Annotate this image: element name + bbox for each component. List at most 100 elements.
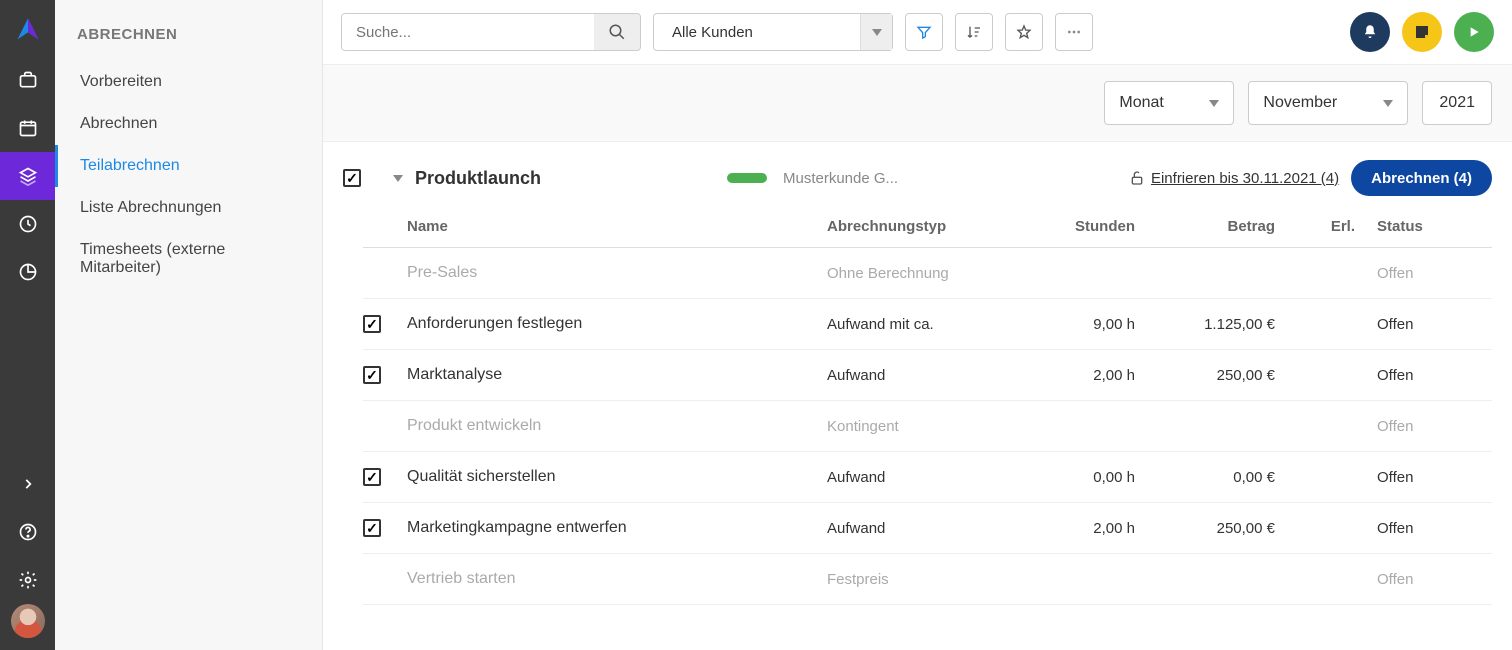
row-amount: 250,00 € xyxy=(1147,520,1287,537)
rail-calendar[interactable] xyxy=(0,104,55,152)
table-row: Pre-SalesOhne BerechnungOffen xyxy=(363,248,1492,299)
sidebar-item[interactable]: Timesheets (externe Mitarbeiter) xyxy=(55,229,322,289)
dots-icon xyxy=(1066,24,1082,40)
sidebar-item[interactable]: Abrechnen xyxy=(55,103,322,145)
row-type: Aufwand xyxy=(827,520,1027,537)
row-status: Offen xyxy=(1367,418,1467,435)
customer-dropdown-label: Alle Kunden xyxy=(654,24,771,41)
toolbar: Alle Kunden xyxy=(323,0,1512,65)
logo-icon xyxy=(14,16,42,44)
row-type: Aufwand xyxy=(827,367,1027,384)
table-row: Qualität sicherstellenAufwand0,00 h0,00 … xyxy=(363,452,1492,503)
collapse-icon[interactable] xyxy=(393,175,403,182)
row-name: Anforderungen festlegen xyxy=(407,315,827,333)
sort-button[interactable] xyxy=(955,13,993,51)
row-name: Vertrieb starten xyxy=(407,570,827,588)
notes-button[interactable] xyxy=(1402,12,1442,52)
more-button[interactable] xyxy=(1055,13,1093,51)
rail-briefcase[interactable] xyxy=(0,56,55,104)
rail-clock[interactable] xyxy=(0,200,55,248)
chevron-down-icon xyxy=(1209,100,1219,107)
row-hours: 0,00 h xyxy=(1027,469,1147,486)
th-name: Name xyxy=(407,218,827,235)
sidebar-title: ABRECHNEN xyxy=(55,18,322,61)
sidebar-item[interactable]: Teilabrechnen xyxy=(55,145,322,187)
table-header: Name Abrechnungstyp Stunden Betrag Erl. … xyxy=(363,206,1492,248)
rail-help[interactable] xyxy=(0,508,55,556)
table-row: Produkt entwickelnKontingentOffen xyxy=(363,401,1492,452)
sidebar-item[interactable]: Vorbereiten xyxy=(55,61,322,103)
row-status: Offen xyxy=(1367,571,1467,588)
tasks-table: Name Abrechnungstyp Stunden Betrag Erl. … xyxy=(363,206,1492,605)
row-checkbox[interactable] xyxy=(363,468,381,486)
play-icon xyxy=(1466,24,1482,40)
sidebar-item[interactable]: Liste Abrechnungen xyxy=(55,187,322,229)
group-checkbox[interactable] xyxy=(343,169,361,187)
year-field[interactable]: 2021 xyxy=(1422,81,1492,125)
year-value: 2021 xyxy=(1439,94,1475,112)
period-type-dropdown[interactable]: Monat xyxy=(1104,81,1234,125)
favorite-button[interactable] xyxy=(1005,13,1043,51)
th-amount: Betrag xyxy=(1147,218,1287,235)
table-row: MarktanalyseAufwand2,00 h250,00 € Offen xyxy=(363,350,1492,401)
table-row: Vertrieb startenFestpreisOffen xyxy=(363,554,1492,605)
row-hours: 2,00 h xyxy=(1027,520,1147,537)
period-type-label: Monat xyxy=(1119,94,1163,112)
row-amount: 250,00 € xyxy=(1147,367,1287,384)
filter-button[interactable] xyxy=(905,13,943,51)
avatar[interactable] xyxy=(11,604,45,638)
star-icon xyxy=(1016,24,1032,40)
row-status: Offen xyxy=(1367,367,1467,384)
search-wrap xyxy=(341,13,641,51)
row-type: Aufwand xyxy=(827,469,1027,486)
sort-icon xyxy=(966,24,982,40)
search-button[interactable] xyxy=(594,14,640,50)
row-status: Offen xyxy=(1367,316,1467,333)
note-icon xyxy=(1413,23,1431,41)
billing-button[interactable]: Abrechnen (4) xyxy=(1351,160,1492,196)
row-name: Marketingkampagne entwerfen xyxy=(407,519,827,537)
progress-indicator xyxy=(727,173,767,183)
th-hours: Stunden xyxy=(1027,218,1147,235)
unlock-icon xyxy=(1129,170,1145,186)
freeze-link-text: Einfrieren bis 30.11.2021 (4) xyxy=(1151,170,1339,187)
notifications-button[interactable] xyxy=(1350,12,1390,52)
rail-piechart[interactable] xyxy=(0,248,55,296)
month-label: November xyxy=(1263,94,1337,112)
row-amount: 1.125,00 € xyxy=(1147,316,1287,333)
row-checkbox[interactable] xyxy=(363,519,381,537)
row-name: Qualität sicherstellen xyxy=(407,468,827,486)
month-dropdown[interactable]: November xyxy=(1248,81,1408,125)
rail-expand[interactable] xyxy=(0,460,55,508)
row-status: Offen xyxy=(1367,469,1467,486)
period-filter-bar: Monat November 2021 xyxy=(323,65,1512,142)
chevron-down-icon xyxy=(1383,100,1393,107)
row-type: Aufwand mit ca. xyxy=(827,316,1027,333)
row-checkbox[interactable] xyxy=(363,315,381,333)
rail-settings[interactable] xyxy=(0,556,55,604)
freeze-link[interactable]: Einfrieren bis 30.11.2021 (4) xyxy=(1129,170,1339,187)
row-hours: 9,00 h xyxy=(1027,316,1147,333)
th-erl: Erl. xyxy=(1287,218,1367,235)
th-type: Abrechnungstyp xyxy=(827,218,1027,235)
row-amount: 0,00 € xyxy=(1147,469,1287,486)
group-title: Produktlaunch xyxy=(415,168,715,189)
project-group-header: Produktlaunch Musterkunde G... Einfriere… xyxy=(323,142,1512,206)
search-input[interactable] xyxy=(342,14,594,50)
sidebar: ABRECHNEN VorbereitenAbrechnenTeilabrech… xyxy=(55,0,323,650)
search-icon xyxy=(608,23,626,41)
funnel-icon xyxy=(916,24,932,40)
play-button[interactable] xyxy=(1454,12,1494,52)
row-type: Ohne Berechnung xyxy=(827,265,1027,282)
row-checkbox[interactable] xyxy=(363,366,381,384)
row-hours: 2,00 h xyxy=(1027,367,1147,384)
row-status: Offen xyxy=(1367,265,1467,282)
table-row: Anforderungen festlegenAufwand mit ca.9,… xyxy=(363,299,1492,350)
rail-layers[interactable] xyxy=(0,152,55,200)
row-status: Offen xyxy=(1367,520,1467,537)
group-client: Musterkunde G... xyxy=(783,170,898,187)
row-type: Kontingent xyxy=(827,418,1027,435)
customer-dropdown[interactable]: Alle Kunden xyxy=(653,13,893,51)
nav-rail xyxy=(0,0,55,650)
row-name: Marktanalyse xyxy=(407,366,827,384)
